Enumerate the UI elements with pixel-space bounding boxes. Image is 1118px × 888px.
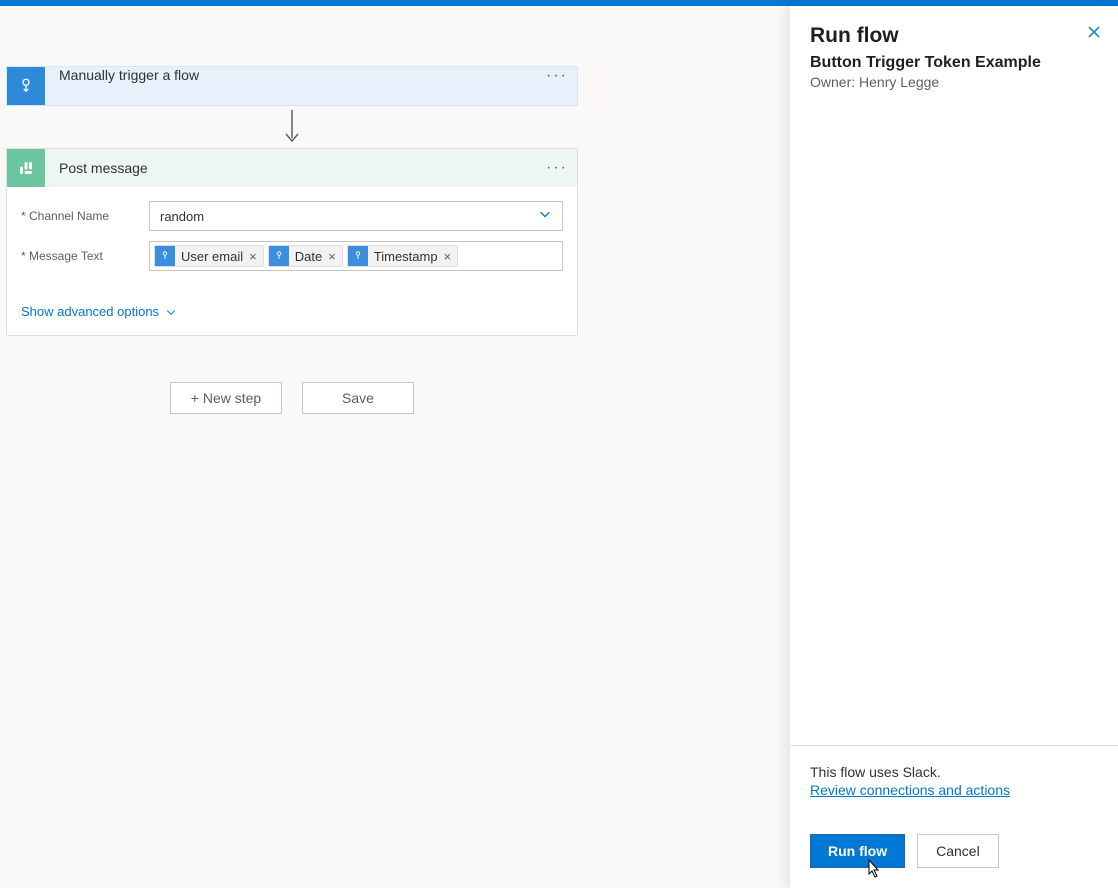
trigger-icon [7, 67, 45, 105]
footer-uses-text: This flow uses Slack. [810, 764, 1098, 780]
action-menu-button[interactable]: ··· [537, 159, 577, 177]
chevron-down-icon [538, 207, 552, 226]
trigger-menu-button[interactable]: ··· [537, 67, 577, 105]
token-remove-button[interactable]: × [249, 249, 257, 264]
show-advanced-options-link[interactable]: Show advanced options [21, 304, 177, 319]
slack-icon [7, 149, 45, 187]
canvas-actions: + New step Save [6, 382, 578, 414]
connector-arrow [6, 106, 578, 148]
token-icon [348, 246, 368, 266]
token-label: Date [295, 249, 322, 264]
channel-label: * Channel Name [21, 201, 149, 223]
token-icon [155, 246, 175, 266]
channel-value: random [160, 209, 538, 224]
chevron-down-icon [165, 306, 177, 318]
token-remove-button[interactable]: × [444, 249, 452, 264]
advanced-options-label: Show advanced options [21, 304, 159, 319]
token-user-email[interactable]: User email × [154, 245, 264, 267]
flow-canvas: Manually trigger a flow ··· Post message… [0, 6, 790, 888]
action-title: Post message [45, 160, 537, 176]
token-remove-button[interactable]: × [328, 249, 336, 264]
save-button[interactable]: Save [302, 382, 414, 414]
new-step-button[interactable]: + New step [170, 382, 282, 414]
panel-title: Run flow [810, 24, 1098, 48]
panel-header: Run flow Button Trigger Token Example Ow… [790, 6, 1118, 100]
token-date[interactable]: Date × [268, 245, 343, 267]
panel-subtitle: Button Trigger Token Example [810, 54, 1098, 72]
token-timestamp[interactable]: Timestamp × [347, 245, 458, 267]
panel-actions: Run flow Cancel [810, 834, 1098, 868]
trigger-title: Manually trigger a flow [45, 67, 537, 105]
advanced-options-row: Show advanced options [7, 295, 577, 335]
message-label: * Message Text [21, 241, 149, 263]
token-label: Timestamp [374, 249, 438, 264]
panel-owner: Owner: Henry Legge [810, 74, 1098, 90]
channel-row: * Channel Name random [21, 201, 563, 231]
trigger-step[interactable]: Manually trigger a flow ··· [6, 66, 578, 106]
run-flow-panel: Run flow Button Trigger Token Example Ow… [790, 6, 1118, 888]
channel-select[interactable]: random [149, 201, 563, 231]
close-panel-button[interactable] [1086, 24, 1102, 45]
action-step: Post message ··· * Channel Name random *… [6, 148, 578, 336]
token-icon [269, 246, 289, 266]
panel-footer: This flow uses Slack. Review connections… [790, 745, 1118, 888]
action-step-header[interactable]: Post message ··· [7, 149, 577, 187]
review-connections-link[interactable]: Review connections and actions [810, 782, 1010, 798]
run-flow-button[interactable]: Run flow [810, 834, 905, 868]
cancel-button[interactable]: Cancel [917, 834, 999, 868]
panel-body [790, 100, 1118, 745]
message-text-input[interactable]: User email × Date × [149, 241, 563, 271]
action-body: * Channel Name random * Message Text [7, 187, 577, 295]
token-label: User email [181, 249, 243, 264]
message-row: * Message Text User email × [21, 241, 563, 271]
